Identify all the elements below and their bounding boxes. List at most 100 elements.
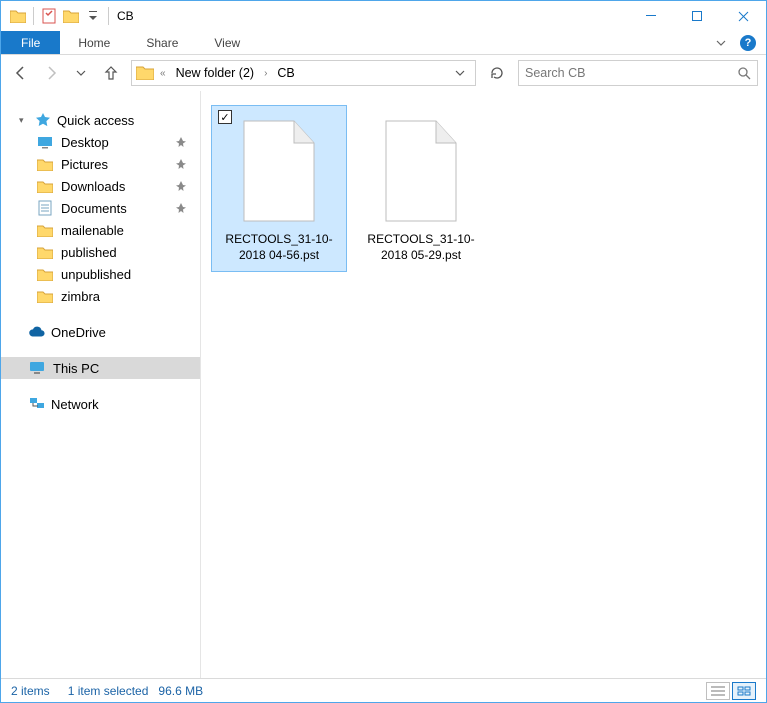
quick-access-header[interactable]: ▾ Quick access [1,109,200,131]
status-item-count: 2 items [11,684,50,698]
search-box[interactable]: Search CB [518,60,758,86]
folder-icon [60,5,82,27]
help-icon: ? [740,35,756,51]
this-pc-label: This PC [53,361,99,376]
sidebar-item-label: Pictures [61,157,108,172]
window-title: CB [117,9,628,23]
explorer-window: CB File Home Share View ? [0,0,767,703]
disclosure-icon: ▾ [19,115,29,126]
sidebar-item-desktop[interactable]: Desktop [1,131,200,153]
sidebar-item-unpublished[interactable]: unpublished [1,263,200,285]
pin-icon [176,203,186,213]
navigation-row: « New folder (2) › CB Search CB [1,55,766,91]
quick-access-toolbar [1,5,113,27]
address-dropdown-button[interactable] [449,68,471,78]
sidebar-item-mailenable[interactable]: mailenable [1,219,200,241]
folder-icon [37,266,53,282]
thumbnails-view-button[interactable] [732,682,756,700]
minimize-button[interactable] [628,1,674,31]
file-icon [234,116,324,226]
back-button[interactable] [9,61,33,85]
close-button[interactable] [720,1,766,31]
file-tile[interactable]: RECTOOLS_31-10-2018 05-29.pst [353,105,489,272]
folder-icon [37,244,53,260]
tab-home[interactable]: Home [60,31,128,54]
pin-icon [176,181,186,191]
ribbon-tabs: File Home Share View ? [1,31,766,55]
this-pc-item[interactable]: This PC [1,357,200,379]
status-selection: 1 item selected [68,684,149,698]
sidebar-item-pictures[interactable]: Pictures [1,153,200,175]
folder-icon [37,222,53,238]
sidebar-item-zimbra[interactable]: zimbra [1,285,200,307]
recent-locations-button[interactable] [69,61,93,85]
navigation-pane[interactable]: ▾ Quick access Desktop Pictures Downloads D… [1,91,201,678]
qat-dropdown-icon[interactable] [82,5,104,27]
folder-icon [136,64,154,82]
help-button[interactable]: ? [736,31,760,54]
checkbox-icon[interactable]: ✓ [218,110,232,124]
sidebar-item-label: Downloads [61,179,125,194]
folder-icon [37,288,53,304]
sidebar-item-label: Documents [61,201,127,216]
search-placeholder: Search CB [525,66,737,80]
search-icon [737,66,751,80]
sidebar-item-label: unpublished [61,267,131,282]
status-size: 96.6 MB [158,684,203,698]
address-bar[interactable]: « New folder (2) › CB [131,60,476,86]
folder-icon [37,156,53,172]
pin-icon [176,137,186,147]
refresh-button[interactable] [484,60,510,86]
onedrive-label: OneDrive [51,325,106,340]
view-toggle [706,682,756,700]
separator [108,7,109,25]
tree-group-network: Network [1,393,200,415]
sidebar-item-label: zimbra [61,289,100,304]
network-label: Network [51,397,99,412]
window-controls [628,1,766,31]
chevron-right-icon[interactable]: › [262,68,269,79]
pin-icon [176,159,186,169]
sidebar-item-documents[interactable]: Documents [1,197,200,219]
sidebar-item-label: Desktop [61,135,109,150]
status-bar: 2 items 1 item selected 96.6 MB [1,678,766,702]
tab-view[interactable]: View [196,31,258,54]
breadcrumb-segment[interactable]: CB [273,66,298,80]
forward-button[interactable] [39,61,63,85]
quick-access-label: Quick access [57,113,134,128]
sidebar-item-downloads[interactable]: Downloads [1,175,200,197]
onedrive-item[interactable]: OneDrive [1,321,200,343]
content-area[interactable]: ✓ RECTOOLS_31-10-2018 04-56.pst RECTOOLS_3… [201,91,766,678]
folder-icon [7,5,29,27]
maximize-button[interactable] [674,1,720,31]
tree-group-quick-access: ▾ Quick access Desktop Pictures Downloads D… [1,109,200,307]
file-name: RECTOOLS_31-10-2018 04-56.pst [216,232,342,263]
breadcrumb-ellipsis[interactable]: « [158,68,168,79]
ribbon-toggle-button[interactable] [706,31,736,54]
desktop-icon [37,134,53,150]
sidebar-item-published[interactable]: published [1,241,200,263]
file-grid: ✓ RECTOOLS_31-10-2018 04-56.pst RECTOOLS_3… [211,105,756,272]
pc-icon [29,360,45,376]
up-button[interactable] [99,61,123,85]
separator [33,7,34,25]
tree-group-this-pc: This PC [1,357,200,379]
body: ▾ Quick access Desktop Pictures Downloads D… [1,91,766,678]
breadcrumb-segment[interactable]: New folder (2) [172,66,259,80]
tab-share[interactable]: Share [128,31,196,54]
file-icon [376,116,466,226]
onedrive-icon [29,324,45,340]
tree-group-onedrive: OneDrive [1,321,200,343]
network-icon [29,396,45,412]
file-tab[interactable]: File [1,31,60,54]
folder-icon [37,178,53,194]
details-view-button[interactable] [706,682,730,700]
sidebar-item-label: mailenable [61,223,124,238]
title-bar: CB [1,1,766,31]
properties-icon[interactable] [38,5,60,27]
sidebar-item-label: published [61,245,117,260]
documents-icon [37,200,53,216]
file-name: RECTOOLS_31-10-2018 05-29.pst [358,232,484,263]
network-item[interactable]: Network [1,393,200,415]
file-tile[interactable]: ✓ RECTOOLS_31-10-2018 04-56.pst [211,105,347,272]
